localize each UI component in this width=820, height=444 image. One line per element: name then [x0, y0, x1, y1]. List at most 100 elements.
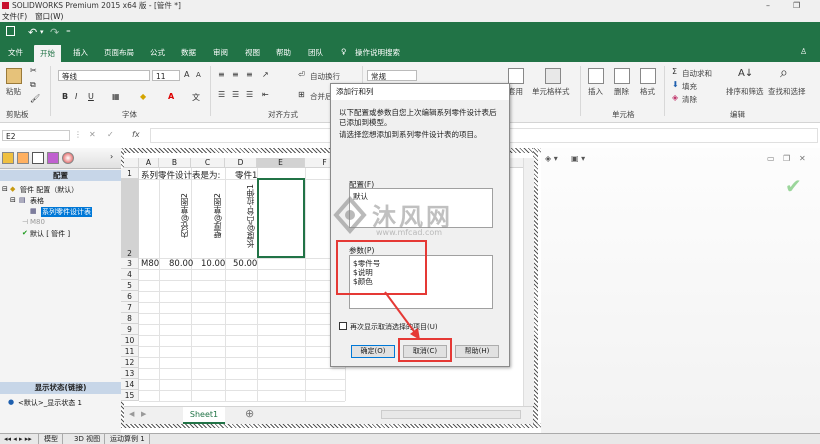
align-right-icon[interactable]: ☰ [246, 90, 253, 99]
font-name-combo[interactable]: 等线 [58, 70, 150, 81]
underline-icon[interactable]: U [88, 92, 94, 101]
cell-styles-icon[interactable] [545, 68, 561, 84]
graphics-restore-icon[interactable]: ❐ [783, 154, 790, 163]
user-icon[interactable]: ♙ [800, 47, 807, 56]
display-manager-tab-icon[interactable] [62, 152, 74, 164]
row-header-9[interactable]: 9 [121, 324, 139, 335]
align-middle-icon[interactable]: ≡ [232, 70, 239, 79]
align-left-icon[interactable]: ☰ [218, 90, 225, 99]
cell-a1[interactable]: 系列零件设计表是为: [141, 169, 220, 181]
tab-file[interactable]: 文件 [8, 47, 23, 58]
format-as-table-icon[interactable] [508, 68, 524, 84]
table-collapse-icon[interactable]: ⊟ [10, 196, 16, 204]
confirm-entry-icon[interactable]: ✓ [107, 130, 114, 139]
phonetic-icon[interactable]: 文 [192, 92, 200, 103]
view-toolbar-icon[interactable]: ◈ ▾ [545, 154, 558, 163]
tab-help[interactable]: 帮助 [276, 47, 291, 58]
help-button[interactable]: 帮助(H) [455, 345, 499, 358]
clear-button[interactable]: 清除 [682, 94, 697, 105]
copy-icon[interactable]: ⧉ [30, 80, 36, 90]
tab-view[interactable]: 视图 [245, 47, 260, 58]
tab-team[interactable]: 团队 [308, 47, 323, 58]
bold-icon[interactable]: B [62, 92, 68, 101]
shrink-font-icon[interactable]: A [196, 71, 201, 79]
row-header-2[interactable]: 2 [121, 179, 139, 258]
display-style-icon[interactable]: ▣ ▾ [571, 154, 585, 163]
tree-config-default[interactable]: 默认 [ 管件 ] [30, 229, 70, 239]
orientation-icon[interactable]: ↗ [262, 70, 269, 79]
col-header-c[interactable]: C [191, 158, 225, 168]
sheet-tab-sheet1[interactable]: Sheet1 [183, 407, 225, 424]
row-header-8[interactable]: 8 [121, 313, 139, 324]
sort-filter-label[interactable]: 排序和筛选 [726, 86, 764, 97]
delete-cells-label[interactable]: 删除 [614, 86, 629, 97]
tab-review[interactable]: 审阅 [213, 47, 228, 58]
row-header-11[interactable]: 11 [121, 346, 139, 357]
cut-icon[interactable]: ✂ [30, 66, 37, 75]
cancel-entry-icon[interactable]: ✕ [89, 130, 96, 139]
align-center-icon[interactable]: ☰ [232, 90, 239, 99]
row-header-7[interactable]: 7 [121, 302, 139, 313]
tab-page-layout[interactable]: 页面布局 [104, 47, 134, 58]
col-header-e[interactable]: E [257, 158, 305, 168]
vertical-scrollbar[interactable] [523, 158, 534, 406]
ok-button[interactable]: 确定(O) [351, 345, 395, 358]
col-header-a[interactable]: A [139, 158, 159, 168]
name-box-dropdown-icon[interactable]: ⋮ [74, 130, 82, 139]
find-icon[interactable]: ⌕ [780, 65, 788, 81]
format-cells-icon[interactable] [640, 68, 656, 84]
indent-icon[interactable]: ⇤ [262, 90, 269, 99]
cell-c3[interactable]: 10.00 [201, 259, 225, 269]
display-state-item[interactable]: <默认>_显示状态 1 [18, 398, 82, 408]
clear-icon[interactable]: ◈ [672, 93, 678, 102]
row-header-13[interactable]: 13 [121, 368, 139, 379]
tab-home[interactable]: 开始 [34, 45, 61, 62]
format-painter-icon[interactable]: 🖌 [30, 94, 40, 103]
tree-config-m80[interactable]: M80 [30, 218, 45, 226]
cell-styles-label[interactable]: 单元格样式 [532, 86, 570, 97]
undo-dropdown-icon[interactable]: ▾ [40, 28, 44, 36]
merge-icon[interactable]: ⊞ [298, 90, 305, 99]
row-header-15[interactable]: 15 [121, 390, 139, 401]
tab-data[interactable]: 数据 [181, 47, 196, 58]
property-manager-tab-icon[interactable] [17, 152, 29, 164]
row-header-3[interactable]: 3 [121, 258, 139, 269]
row-header-14[interactable]: 14 [121, 379, 139, 390]
name-box[interactable]: E2 [2, 130, 70, 141]
align-top-icon[interactable]: ≡ [218, 70, 225, 79]
panel-expand-icon[interactable]: › [110, 152, 113, 161]
row-header-5[interactable]: 5 [121, 280, 139, 291]
minimize-icon[interactable]: – [766, 0, 770, 11]
cell-d1[interactable]: 零件1 [235, 169, 257, 181]
next-sheet-icon[interactable]: ▶ [141, 410, 146, 418]
fill-button[interactable]: 填充 [682, 81, 697, 92]
tab-insert[interactable]: 插入 [73, 47, 88, 58]
align-bottom-icon[interactable]: ≡ [246, 70, 253, 79]
sort-filter-icon[interactable]: A↓ [738, 68, 753, 79]
fill-color-icon[interactable]: ◆ [140, 92, 146, 101]
menu-file[interactable]: 文件(F) [2, 12, 27, 21]
cell-d3[interactable]: 50.00 [233, 259, 257, 269]
restore-icon[interactable]: ❐ [793, 0, 800, 11]
font-size-combo[interactable]: 11 [152, 70, 180, 81]
autosum-icon[interactable]: Σ [672, 67, 677, 76]
cell-b2[interactable]: 内径@草图2 [179, 193, 190, 238]
row-header-4[interactable]: 4 [121, 269, 139, 280]
wrap-text-button[interactable]: 自动换行 [310, 71, 340, 82]
cell-d2[interactable]: 长度@凸台-拉伸1 [245, 184, 256, 248]
menu-window[interactable]: 窗口(W) [35, 12, 63, 21]
graphics-minimize-icon[interactable]: ▭ [767, 154, 775, 163]
cell-b3[interactable]: 80.00 [169, 259, 193, 269]
insert-cells-label[interactable]: 插入 [588, 86, 603, 97]
font-color-icon[interactable]: A [168, 92, 174, 101]
save-icon[interactable] [6, 26, 15, 36]
format-as-table-label[interactable]: 套用 [508, 86, 523, 97]
fill-icon[interactable]: ⬇ [672, 80, 679, 89]
border-icon[interactable]: ▦ [112, 92, 120, 101]
feature-manager-tab-icon[interactable] [2, 152, 14, 164]
paste-button-label[interactable]: 粘贴 [6, 86, 21, 97]
paste-icon[interactable] [6, 68, 22, 84]
find-select-label[interactable]: 查找和选择 [768, 86, 806, 97]
insert-cells-icon[interactable] [588, 68, 604, 84]
wrap-text-icon[interactable]: ⏎ [298, 70, 305, 79]
